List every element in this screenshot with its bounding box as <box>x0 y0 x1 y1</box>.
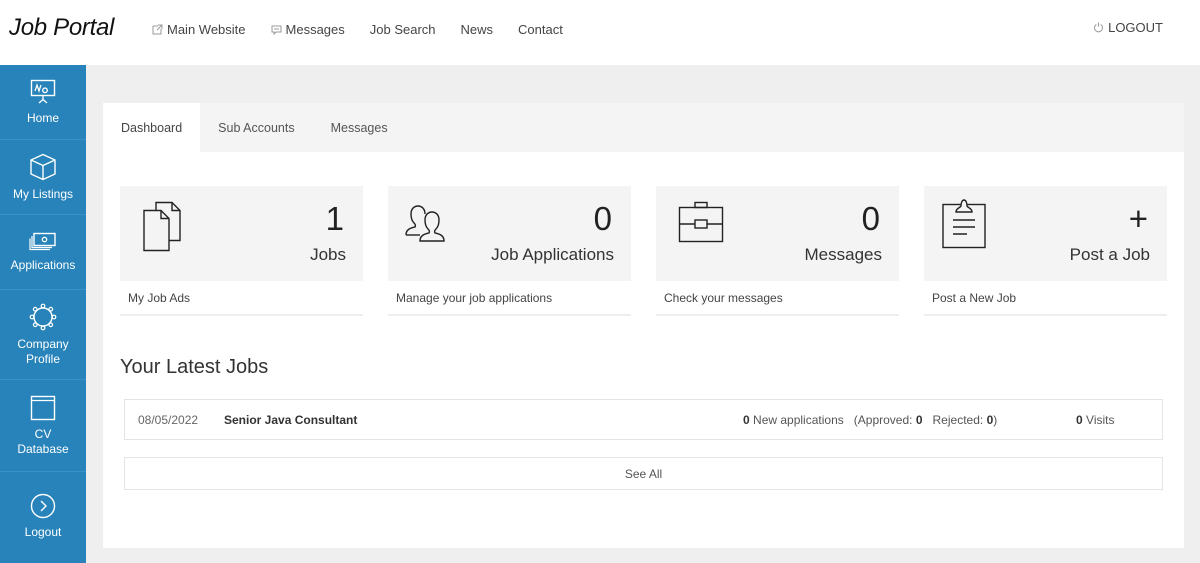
nav-messages[interactable]: Messages <box>271 22 345 37</box>
tab-sub-accounts[interactable]: Sub Accounts <box>200 103 312 152</box>
briefcase-icon <box>678 201 724 243</box>
documents-icon <box>143 201 181 252</box>
logout-link[interactable]: LOGOUT <box>1093 20 1163 35</box>
users-icon <box>405 205 445 242</box>
sidebar-item-my-listings[interactable]: My Listings <box>0 140 86 215</box>
new-applications-label: New applications <box>753 413 844 427</box>
new-applications-count: 0 <box>743 413 750 427</box>
tab-dashboard[interactable]: Dashboard <box>103 103 201 152</box>
sidebar-item-cv-database[interactable]: CV Database <box>0 380 86 472</box>
presentation-board-icon <box>30 79 56 103</box>
approved-label: (Approved: <box>853 413 913 427</box>
window-icon <box>30 395 56 420</box>
sidebar-label: Applications <box>10 257 76 272</box>
see-all-button[interactable]: See All <box>124 457 1163 490</box>
card-job-applications[interactable]: 0 Job Applications Manage your job appli… <box>388 186 631 316</box>
nav-label: Main Website <box>167 22 246 37</box>
sidebar: Home My Listings Applications Company Pr… <box>0 65 86 563</box>
chevron-right-circle-icon <box>30 493 56 518</box>
cube-icon <box>30 153 56 180</box>
power-icon <box>1094 22 1104 33</box>
nav-main-website[interactable]: Main Website <box>152 22 246 37</box>
job-title[interactable]: Senior Java Consultant <box>224 413 357 427</box>
job-date: 08/05/2022 <box>138 413 199 427</box>
card-label: Messages <box>804 245 882 264</box>
app-logo[interactable]: Job Portal <box>9 14 114 42</box>
card-subtitle: My Job Ads <box>120 281 363 316</box>
sidebar-label-line2: Database <box>17 441 69 456</box>
nav-job-search[interactable]: Job Search <box>370 22 436 37</box>
banknotes-icon <box>29 232 56 250</box>
card-value: 0 <box>861 200 880 237</box>
nav-label: Job Search <box>369 22 436 37</box>
sidebar-item-home[interactable]: Home <box>0 65 86 140</box>
logout-label: LOGOUT <box>1108 20 1163 35</box>
sidebar-item-applications[interactable]: Applications <box>0 215 86 290</box>
job-applications-summary: 0 New applications (Approved: 0 Rejected… <box>743 413 998 427</box>
sidebar-label: My Listings <box>12 186 74 201</box>
rejected-label: Rejected: <box>932 413 984 427</box>
sidebar-label: Logout <box>24 524 62 539</box>
card-subtitle: Check your messages <box>656 281 899 316</box>
clipboard-icon <box>942 199 986 249</box>
card-label: Job Applications <box>491 245 614 264</box>
card-value: 0 <box>593 200 612 237</box>
gear-icon <box>29 303 57 330</box>
sidebar-label-line1: CV <box>34 426 52 441</box>
nav-label: News <box>460 22 494 37</box>
approved-count: 0 <box>915 413 923 427</box>
top-nav: Main Website Messages Job Search News Co… <box>152 22 588 37</box>
latest-jobs-title: Your Latest Jobs <box>120 356 269 378</box>
job-row[interactable]: 08/05/2022 Senior Java Consultant 0 New … <box>124 399 1163 440</box>
tab-bar: Dashboard Sub Accounts Messages <box>103 103 1184 152</box>
job-visits: 0 Visits <box>1076 413 1114 427</box>
tab-messages[interactable]: Messages <box>313 103 406 152</box>
dashboard-panel: Dashboard Sub Accounts Messages 1 Jobs M… <box>103 103 1184 548</box>
nav-news[interactable]: News <box>461 22 494 37</box>
sidebar-item-company-profile[interactable]: Company Profile <box>0 290 86 380</box>
visits-label: Visits <box>1086 413 1115 427</box>
external-link-icon <box>152 24 163 35</box>
stat-cards: 1 Jobs My Job Ads 0 Job Applications Man… <box>120 186 1167 316</box>
card-value: 1 <box>325 200 344 237</box>
card-label: Jobs <box>310 245 346 264</box>
card-subtitle: Manage your job applications <box>388 281 631 316</box>
card-messages[interactable]: 0 Messages Check your messages <box>656 186 899 316</box>
nav-label: Contact <box>518 22 563 37</box>
nav-label: Messages <box>285 22 345 37</box>
card-plus-icon: + <box>1128 200 1148 237</box>
sidebar-label-line2: Profile <box>25 351 60 366</box>
sidebar-item-logout[interactable]: Logout <box>0 472 86 560</box>
chat-icon <box>271 25 282 35</box>
nav-contact[interactable]: Contact <box>518 22 563 37</box>
card-subtitle: Post a New Job <box>924 281 1167 316</box>
visits-count: 0 <box>1076 413 1083 427</box>
card-post-job[interactable]: + Post a Job Post a New Job <box>924 186 1167 316</box>
sidebar-label: Home <box>26 110 59 125</box>
sidebar-label-line1: Company <box>17 336 69 351</box>
rejected-count: 0 <box>986 413 994 427</box>
card-jobs[interactable]: 1 Jobs My Job Ads <box>120 186 363 316</box>
top-bar: Job Portal Main Website Messages Job Sea… <box>0 0 1200 65</box>
card-label: Post a Job <box>1069 245 1150 264</box>
